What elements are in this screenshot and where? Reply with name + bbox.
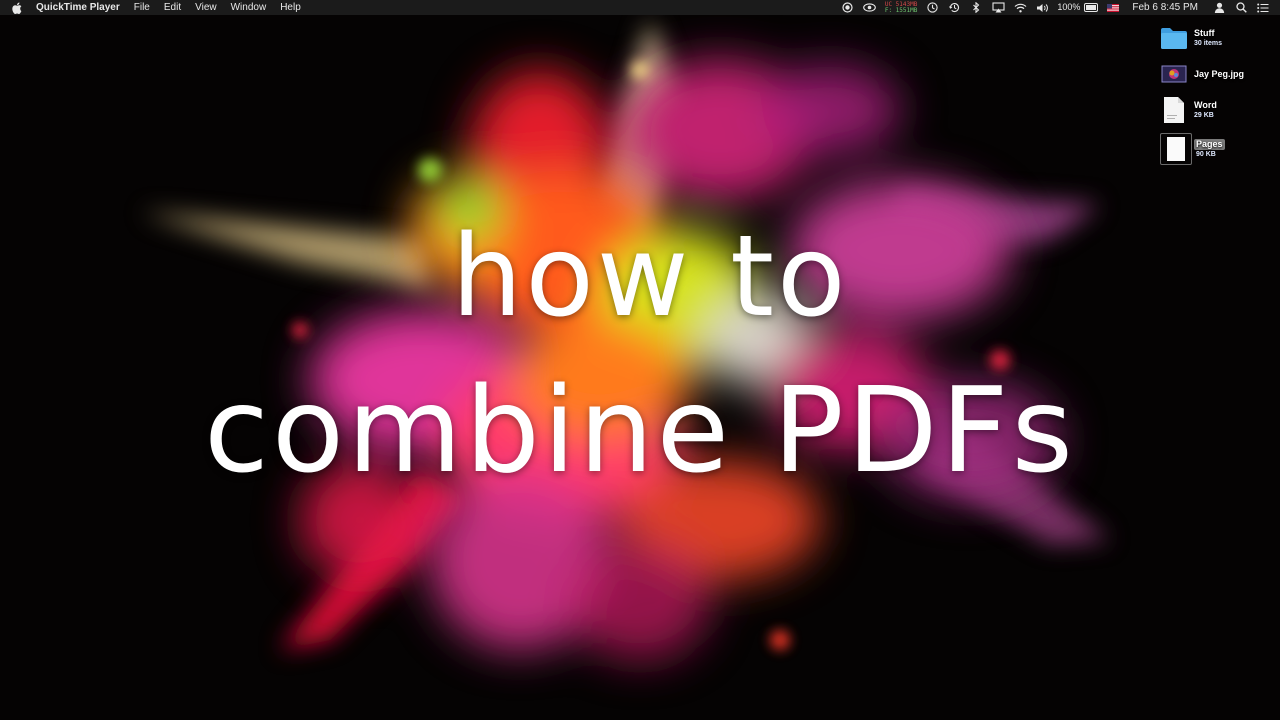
menu-bar: QuickTime Player File Edit View Window H…: [0, 0, 1280, 15]
menu-bar-left: QuickTime Player File Edit View Window H…: [0, 0, 308, 15]
desktop-item-stuff[interactable]: Stuff 30 items: [1160, 24, 1222, 52]
wifi-icon[interactable]: [1013, 2, 1027, 14]
volume-icon[interactable]: [1035, 2, 1049, 14]
folder-icon: [1160, 24, 1188, 52]
desktop-item-meta: 29 KB: [1194, 112, 1214, 119]
menu-edit[interactable]: Edit: [157, 0, 188, 15]
memory-free-text: F: 1551MB: [884, 6, 918, 14]
battery-percent[interactable]: 100%: [1057, 0, 1080, 15]
menu-bar-status-area: UC 5143MB F: 1551MB 100% Feb 6 8:45 PM: [837, 0, 1280, 15]
clock-date: Feb 6: [1132, 2, 1158, 13]
clock-time: 8:45 PM: [1160, 2, 1198, 13]
overlay-title-line-2: combine PDFs: [204, 361, 1076, 499]
bluetooth-icon[interactable]: [969, 2, 983, 14]
menu-window[interactable]: Window: [224, 0, 274, 15]
clock-icon[interactable]: [947, 2, 961, 14]
record-icon[interactable]: [841, 2, 855, 14]
desktop-item-word[interactable]: Word 29 KB: [1160, 96, 1217, 124]
battery-icon[interactable]: [1084, 2, 1099, 14]
memory-monitor[interactable]: UC 5143MB F: 1551MB: [884, 1, 918, 14]
user-icon[interactable]: [1212, 2, 1226, 14]
word-document-icon: [1160, 96, 1188, 124]
desktop-item-name: Pages: [1194, 139, 1225, 150]
menu-help[interactable]: Help: [273, 0, 308, 15]
image-icon: [1160, 60, 1188, 88]
menu-file[interactable]: File: [127, 0, 157, 15]
eye-icon[interactable]: [863, 2, 877, 14]
desktop-item-meta: 30 items: [1194, 40, 1223, 47]
desktop-item-name: Word: [1194, 100, 1217, 110]
menu-view[interactable]: View: [188, 0, 224, 15]
desktop-item-pages[interactable]: Pages 90 KB: [1160, 133, 1225, 165]
desktop-item-jay-peg[interactable]: Jay Peg.jpg: [1160, 60, 1244, 88]
spotlight-icon[interactable]: [1234, 2, 1248, 14]
menubar-clock[interactable]: Feb 6 8:45 PM: [1132, 0, 1198, 15]
airplay-icon[interactable]: [991, 2, 1005, 14]
pages-document-icon: [1160, 133, 1192, 165]
powder-explosion-graphic: [0, 0, 1280, 720]
desktop-item-meta: 90 KB: [1196, 151, 1216, 158]
notification-center-icon[interactable]: [1256, 2, 1270, 14]
desktop-item-name: Jay Peg.jpg: [1194, 68, 1245, 79]
time-machine-icon[interactable]: [925, 2, 939, 14]
overlay-title-line-1: how to: [451, 212, 849, 342]
menu-app-quicktime[interactable]: QuickTime Player: [34, 0, 127, 15]
desktop-item-name: Stuff: [1194, 28, 1215, 38]
desktop-wallpaper: [0, 0, 1280, 720]
apple-menu-icon[interactable]: [12, 2, 24, 14]
flag-icon[interactable]: [1106, 2, 1120, 14]
